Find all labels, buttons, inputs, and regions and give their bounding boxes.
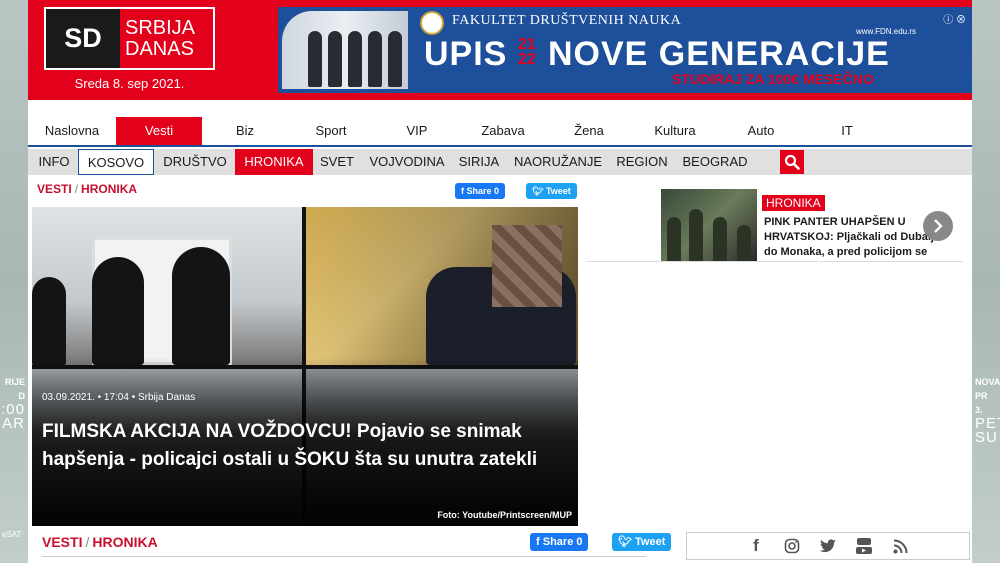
sub-nav: INFO KOSOVO DRUŠTVO HRONIKA SVET VOJVODI…: [28, 149, 972, 175]
banner-year: 21 22: [518, 36, 536, 68]
related-teaser[interactable]: HRONIKA PINK PANTER UHAPŠEN U HRVATSKOJ:…: [586, 189, 963, 261]
banner-photo: [282, 11, 408, 89]
logo-wordmark: SRBIJA DANAS: [125, 17, 196, 60]
search-button[interactable]: [780, 150, 804, 174]
subnav-svet[interactable]: SVET: [316, 149, 358, 175]
article-title[interactable]: FILMSKA AKCIJA NA VOŽDOVCU! Pojavio se s…: [42, 418, 562, 474]
facebook-share-button[interactable]: f Share 0: [455, 183, 506, 199]
banner-subline: STUDIRAJ ZA 100€ MESEČNO: [672, 71, 874, 87]
bottom-tweet-button[interactable]: 🐦︎ Tweet: [612, 533, 672, 551]
logo-sd-mark: SD: [46, 9, 120, 68]
subnav-hronika[interactable]: HRONIKA: [235, 149, 313, 175]
rss-icon[interactable]: [891, 537, 909, 555]
breadcrumb: VESTI / HRONIKA: [37, 182, 138, 196]
nav-naslovna[interactable]: Naslovna: [28, 117, 116, 145]
facebook-icon: f: [536, 536, 543, 548]
bottom-breadcrumb: VESTI / HRONIKA: [42, 534, 158, 550]
right-skin-text: NOVA PR 3. PET SU: [975, 377, 1000, 446]
hero-article[interactable]: 03.09.2021. • 17:04 • Srbija Danas FILMS…: [32, 207, 578, 526]
search-icon: [784, 154, 800, 170]
nav-zabava[interactable]: Zabava: [460, 117, 546, 145]
subnav-drustvo[interactable]: DRUŠTVO: [158, 149, 232, 175]
teaser-thumbnail: [661, 189, 757, 261]
youtube-icon[interactable]: [855, 537, 873, 555]
subnav-info[interactable]: INFO: [34, 149, 74, 175]
tweet-button[interactable]: 🐦︎ Tweet: [526, 183, 577, 199]
carousel-next-button[interactable]: [923, 211, 953, 241]
chevron-right-icon: [934, 219, 943, 233]
subnav-region[interactable]: REGION: [612, 149, 672, 175]
nav-sport[interactable]: Sport: [288, 117, 374, 145]
bottom-breadcrumb-section[interactable]: VESTI: [42, 534, 82, 550]
current-date: Sreda 8. sep 2021.: [74, 76, 185, 91]
ad-banner[interactable]: FAKULTET DRUŠTVENIH NAUKA www.FDN.edu.rs…: [278, 7, 972, 93]
twitter-icon[interactable]: [819, 537, 837, 555]
left-ad-skin[interactable]: RIJE D :00 AR eSAT: [0, 0, 28, 563]
ad-choices-icon[interactable]: ⓘ ⊗: [943, 11, 966, 26]
breadcrumb-section[interactable]: VESTI: [37, 182, 72, 196]
left-skin-footer: eSAT: [2, 530, 22, 539]
nav-biz[interactable]: Biz: [202, 117, 288, 145]
banner-headline: NOVE GENERACIJE: [548, 35, 890, 73]
nav-vesti[interactable]: Vesti: [116, 117, 202, 145]
site-logo[interactable]: SD SRBIJA DANAS: [44, 7, 215, 70]
nav-auto[interactable]: Auto: [718, 117, 804, 145]
nav-kultura[interactable]: Kultura: [632, 117, 718, 145]
social-links: f: [686, 532, 970, 560]
nav-vip[interactable]: VIP: [374, 117, 460, 145]
photo-credit: Foto: Youtube/Printscreen/MUP: [437, 510, 572, 520]
subnav-naoruzanje[interactable]: NAORUŽANJE: [510, 149, 606, 175]
teaser-category-badge: HRONIKA: [762, 195, 825, 211]
bottom-breadcrumb-category[interactable]: HRONIKA: [92, 534, 157, 550]
twitter-icon: 🐦︎: [532, 186, 546, 196]
banner-faculty: FAKULTET DRUŠTVENIH NAUKA: [452, 13, 682, 28]
teaser-text: PINK PANTER UHAPŠEN U HRVATSKOJ: Pljačka…: [764, 216, 941, 258]
nav-zena[interactable]: Žena: [546, 117, 632, 145]
hero-image-arrest: [306, 207, 578, 365]
right-ad-skin[interactable]: NOVA PR 3. PET SU: [972, 0, 1000, 563]
facebook-icon[interactable]: f: [747, 536, 765, 555]
twitter-icon: 🐦︎: [618, 536, 636, 548]
nav-it[interactable]: IT: [804, 117, 890, 145]
bottom-facebook-share-button[interactable]: f Share 0: [530, 533, 589, 551]
article-meta: 03.09.2021. • 17:04 • Srbija Danas: [42, 392, 196, 403]
faculty-seal-icon: [420, 11, 444, 35]
subnav-vojvodina[interactable]: VOJVODINA: [364, 149, 450, 175]
left-skin-text: RIJE D :00 AR: [1, 377, 25, 432]
subnav-kosovo[interactable]: KOSOVO: [78, 149, 154, 175]
breadcrumb-category[interactable]: HRONIKA: [81, 182, 137, 196]
site-header: SD SRBIJA DANAS Sreda 8. sep 2021. FAKUL…: [28, 0, 972, 100]
page: SD SRBIJA DANAS Sreda 8. sep 2021. FAKUL…: [28, 0, 972, 563]
hero-image-police-door: [32, 207, 302, 365]
subnav-beograd[interactable]: BEOGRAD: [680, 149, 750, 175]
banner-upis: UPIS: [424, 35, 508, 73]
instagram-icon[interactable]: [783, 537, 801, 555]
subnav-sirija[interactable]: SIRIJA: [456, 149, 502, 175]
main-nav: Naslovna Vesti Biz Sport VIP Zabava Žena…: [28, 117, 972, 147]
